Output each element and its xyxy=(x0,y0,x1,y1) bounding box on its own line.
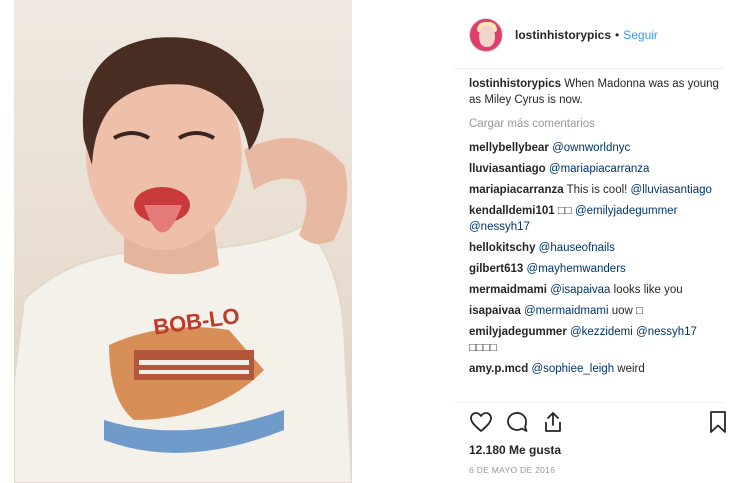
likes-count[interactable]: 12.180 Me gusta xyxy=(469,443,561,457)
comment-item: lluviasantiago @mariapiacarranza xyxy=(469,161,724,177)
comment-mention[interactable]: @sophiee_leigh xyxy=(531,363,614,375)
instagram-post: BOB-LO lostinhistorypics • Seguir lostin… xyxy=(0,0,730,483)
comment-mention[interactable]: @kezzidemi xyxy=(570,326,633,338)
comment-username[interactable]: mellybellybear xyxy=(469,142,549,154)
comment-text: uow □ xyxy=(611,305,643,317)
comment-mention[interactable]: @hauseofnails xyxy=(539,242,615,254)
author-avatar[interactable] xyxy=(469,18,503,52)
heart-outline-icon[interactable] xyxy=(469,410,493,434)
post-header: lostinhistorypics • Seguir xyxy=(454,14,724,56)
comment-item: isapaivaa @mermaidmami uow □ xyxy=(469,303,724,319)
share-arrow-icon[interactable] xyxy=(541,410,565,434)
actions-divider xyxy=(454,402,724,403)
comment-item: hellokitschy @hauseofnails xyxy=(469,240,724,256)
comment-item: mariapiacarranza This is cool! @lluviasa… xyxy=(469,182,724,198)
comment-mention[interactable]: @ownworldnyc xyxy=(552,142,630,154)
post-caption: lostinhistorypics When Madonna was as yo… xyxy=(469,76,724,108)
comment-mention[interactable]: @nessyh17 xyxy=(469,221,530,233)
comment-item: gilbert613 @mayhemwanders xyxy=(469,261,724,277)
comment-text: This is cool! xyxy=(566,184,628,196)
header-divider xyxy=(454,68,724,69)
comment-mention[interactable]: @emilyjadegummer xyxy=(575,205,677,217)
comment-username[interactable]: kendalldemi101 xyxy=(469,205,555,217)
comment-mention[interactable]: @mayhemwanders xyxy=(527,263,626,275)
comment-mention[interactable]: @mermaidmami xyxy=(524,305,609,317)
comment-username[interactable]: mariapiacarranza xyxy=(469,184,564,196)
post-sidebar: lostinhistorypics • Seguir lostinhistory… xyxy=(454,0,730,483)
comment-username[interactable]: hellokitschy xyxy=(469,242,535,254)
comment-bubble-icon[interactable] xyxy=(505,410,529,434)
comment-text: □□ xyxy=(557,205,572,217)
comment-username[interactable]: isapaivaa xyxy=(469,305,521,317)
author-username[interactable]: lostinhistorypics xyxy=(515,28,611,42)
load-more-comments-button[interactable]: Cargar más comentarios xyxy=(469,116,724,132)
comment-mention[interactable]: @isapaivaa xyxy=(550,284,610,296)
comment-text: □□□□ xyxy=(469,342,497,354)
caption-username[interactable]: lostinhistorypics xyxy=(469,78,561,90)
comment-item: mellybellybear @ownworldnyc xyxy=(469,140,724,156)
comment-item: emilyjadegummer @kezzidemi @nessyh17 □□□… xyxy=(469,324,724,356)
comment-username[interactable]: amy.p.mcd xyxy=(469,363,528,375)
comment-username[interactable]: lluviasantiago xyxy=(469,163,546,175)
post-photo[interactable]: BOB-LO xyxy=(14,0,352,483)
bookmark-icon[interactable] xyxy=(706,410,730,434)
comments-list: lostinhistorypics When Madonna was as yo… xyxy=(469,76,724,382)
comment-item: mermaidmami @isapaivaa looks like you xyxy=(469,282,724,298)
comment-item: amy.p.mcd @sophiee_leigh weird xyxy=(469,361,724,377)
comment-text: looks like you xyxy=(613,284,683,296)
comment-text: weird xyxy=(617,363,645,375)
comment-mention[interactable]: @mariapiacarranza xyxy=(549,163,650,175)
comment-username[interactable]: mermaidmami xyxy=(469,284,547,296)
photo-illustration: BOB-LO xyxy=(14,37,352,483)
post-actions xyxy=(469,410,726,438)
header-separator: • xyxy=(615,28,620,42)
comment-mention[interactable]: @lluviasantiago xyxy=(631,184,712,196)
comment-mention[interactable]: @nessyh17 xyxy=(636,326,697,338)
comment-item: kendalldemi101 □□ @emilyjadegummer @ness… xyxy=(469,203,724,235)
comment-username[interactable]: gilbert613 xyxy=(469,263,523,275)
follow-button[interactable]: Seguir xyxy=(623,28,658,42)
comment-username[interactable]: emilyjadegummer xyxy=(469,326,567,338)
post-date: 6 DE MAYO DE 2016 xyxy=(469,465,556,475)
